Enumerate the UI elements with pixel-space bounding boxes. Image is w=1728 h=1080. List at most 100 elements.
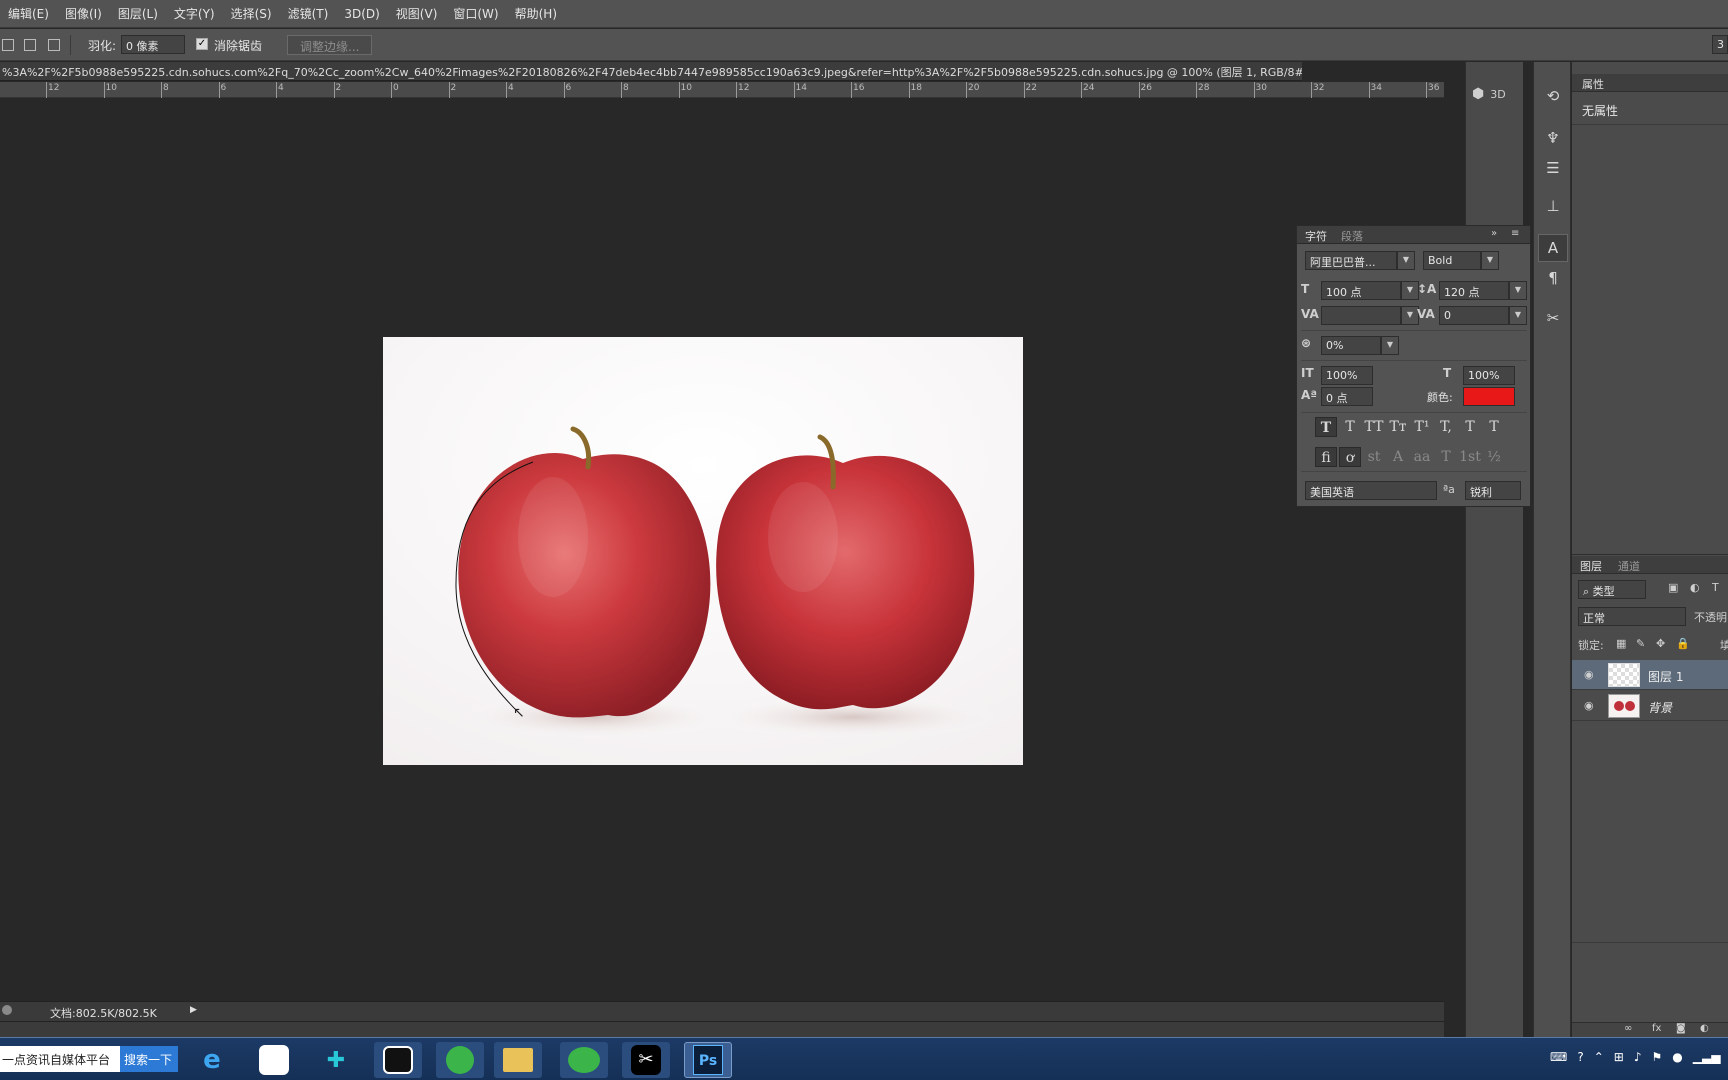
type-filter-icon[interactable]: T (1712, 581, 1719, 594)
network-icon[interactable]: ⊞ (1614, 1050, 1624, 1064)
intersect-selection-icon[interactable] (48, 39, 60, 51)
app-icon[interactable]: ✚ (312, 1042, 360, 1078)
language-select[interactable]: 美国英语 (1305, 481, 1437, 500)
new-selection-icon[interactable] (2, 39, 14, 51)
menu-item[interactable]: 视图(V) (388, 5, 446, 22)
menu-item[interactable]: 窗口(W) (445, 5, 506, 22)
layer-filter-select[interactable]: ⌕ 类型 (1578, 580, 1646, 599)
fx-icon[interactable]: fx (1652, 1023, 1661, 1034)
adjustments-icon[interactable]: ☰ (1538, 154, 1568, 182)
status-menu-arrow-icon[interactable]: ▶ (190, 1005, 197, 1015)
link-layers-icon[interactable]: ∞ (1624, 1023, 1632, 1034)
font-style-button[interactable]: T¹ (1411, 417, 1433, 437)
menu-item[interactable]: 编辑(E) (0, 5, 57, 22)
leading-input[interactable]: 120 点 (1439, 281, 1509, 300)
font-style-button[interactable]: T (1459, 417, 1481, 437)
opentype-button[interactable]: A (1387, 447, 1409, 467)
font-family-select[interactable]: 阿里巴巴普... (1305, 251, 1397, 270)
layer-name[interactable]: 图层 1 (1648, 668, 1683, 685)
explorer-icon[interactable] (494, 1042, 542, 1078)
antivirus-icon[interactable]: ● (1672, 1050, 1682, 1064)
mask-icon[interactable]: ◙ (1676, 1023, 1686, 1034)
panel-menu-icon[interactable]: ≡ (1511, 228, 1519, 239)
text-color-swatch[interactable] (1463, 387, 1515, 406)
lock-all-icon[interactable]: 🔒 (1676, 637, 1690, 650)
layer-name[interactable]: 背景 (1648, 699, 1672, 716)
baidu-netdisk-icon[interactable] (250, 1042, 298, 1078)
menu-item[interactable]: 选择(S) (223, 5, 280, 22)
antialias-select[interactable]: 锐利 (1465, 481, 1521, 500)
flag-icon[interactable]: ⚑ (1652, 1050, 1663, 1064)
tool-presets-icon[interactable]: ✂ (1538, 304, 1568, 332)
lock-move-icon[interactable]: ✥ (1656, 637, 1665, 650)
tsume-input[interactable]: 0% (1321, 336, 1381, 355)
font-style-button[interactable]: TT (1363, 417, 1385, 437)
opentype-button[interactable]: ½ (1483, 447, 1505, 467)
clone-source-icon[interactable]: ⊥ (1538, 192, 1568, 220)
font-style-button[interactable]: T (1483, 417, 1505, 437)
taskbar-search-input[interactable]: 一点资讯自媒体平台 (0, 1046, 120, 1072)
blend-mode-select[interactable]: 正常 (1578, 607, 1686, 626)
refine-edge-button[interactable]: 调整边缘... (287, 35, 373, 55)
help-icon[interactable]: ? (1577, 1050, 1583, 1064)
menu-item[interactable]: 3D(D) (336, 7, 387, 21)
tracking-dropdown-icon[interactable]: ▼ (1509, 306, 1527, 325)
tsume-dropdown-icon[interactable]: ▼ (1381, 336, 1399, 355)
document-image[interactable]: ↖ (383, 337, 1023, 765)
ie-icon[interactable]: e (188, 1042, 236, 1078)
font-style-button[interactable]: T, (1435, 417, 1457, 437)
menu-item[interactable]: 文字(Y) (166, 5, 223, 22)
visibility-eye-icon[interactable]: ◉ (1584, 668, 1594, 681)
lock-transparent-icon[interactable]: ▦ (1616, 637, 1626, 650)
volume-icon[interactable]: ♪ (1634, 1050, 1642, 1064)
tab-properties[interactable]: 属性 (1582, 76, 1604, 92)
layer-row-1[interactable]: ◉ 图层 1 (1572, 660, 1728, 690)
layer-row-2[interactable]: ◉ 背景 (1572, 691, 1728, 721)
visibility-eye-icon[interactable]: ◉ (1584, 699, 1594, 712)
tray-expand-icon[interactable]: ⌃ (1594, 1050, 1604, 1064)
opentype-button[interactable]: 1st (1459, 447, 1481, 467)
leading-dropdown-icon[interactable]: ▼ (1509, 281, 1527, 300)
tab-paragraph[interactable]: 段落 (1341, 228, 1363, 244)
font-style-select[interactable]: Bold (1423, 251, 1481, 270)
panel-3d-button[interactable]: ⬢ 3D (1472, 86, 1506, 102)
menu-item[interactable]: 帮助(H) (507, 5, 565, 22)
kerning-input[interactable] (1321, 306, 1401, 325)
font-style-button[interactable]: T (1315, 417, 1337, 437)
menu-item[interactable]: 滤镜(T) (280, 5, 337, 22)
opentype-button[interactable]: aa (1411, 447, 1433, 467)
brush-presets-icon[interactable]: ♆ (1538, 124, 1568, 152)
browser-icon[interactable] (436, 1042, 484, 1078)
tab-layers[interactable]: 图层 (1580, 558, 1602, 574)
wechat-icon[interactable] (560, 1042, 608, 1078)
tracking-input[interactable]: 0 (1439, 306, 1509, 325)
adjust-filter-icon[interactable]: ◐ (1690, 581, 1700, 594)
signal-icon[interactable]: ▁▃▅ (1693, 1050, 1721, 1064)
workspace-field[interactable]: 3 (1712, 35, 1728, 54)
document-tab[interactable]: %3A%2F%2F5b0988e595225.cdn.sohucs.com%2F… (0, 62, 1302, 81)
horizontal-scale-input[interactable]: 100% (1463, 366, 1515, 385)
font-style-button[interactable]: T (1339, 417, 1361, 437)
adjustment-layer-icon[interactable]: ◐ (1700, 1023, 1709, 1034)
vertical-scale-input[interactable]: 100% (1321, 366, 1373, 385)
font-style-dropdown-icon[interactable]: ▼ (1481, 251, 1499, 270)
collapse-icon[interactable]: » (1491, 228, 1497, 239)
capcut-icon[interactable]: ✂ (622, 1042, 670, 1078)
opentype-button[interactable]: T (1435, 447, 1457, 467)
canvas-area[interactable]: ↖ (0, 99, 1444, 1001)
add-selection-icon[interactable] (24, 39, 36, 51)
taskbar-search-button[interactable]: 搜索一下 (120, 1046, 178, 1072)
antialias-checkbox[interactable]: ✓ (196, 38, 208, 50)
video-app-icon[interactable] (374, 1042, 422, 1078)
lock-paint-icon[interactable]: ✎ (1636, 637, 1645, 650)
baseline-shift-input[interactable]: 0 点 (1321, 387, 1373, 406)
pixel-filter-icon[interactable]: ▣ (1668, 581, 1678, 594)
photoshop-taskbar-icon[interactable]: Ps (684, 1042, 732, 1078)
paragraph-icon[interactable]: ¶ (1538, 264, 1568, 292)
history-icon[interactable]: ⟲ (1538, 82, 1568, 110)
menu-item[interactable]: 图像(I) (57, 5, 110, 22)
tab-channels[interactable]: 通道 (1618, 558, 1640, 574)
opentype-button[interactable]: ơ (1339, 447, 1361, 467)
font-size-input[interactable]: 100 点 (1321, 281, 1401, 300)
horizontal-scrollbar[interactable] (0, 1021, 1444, 1037)
